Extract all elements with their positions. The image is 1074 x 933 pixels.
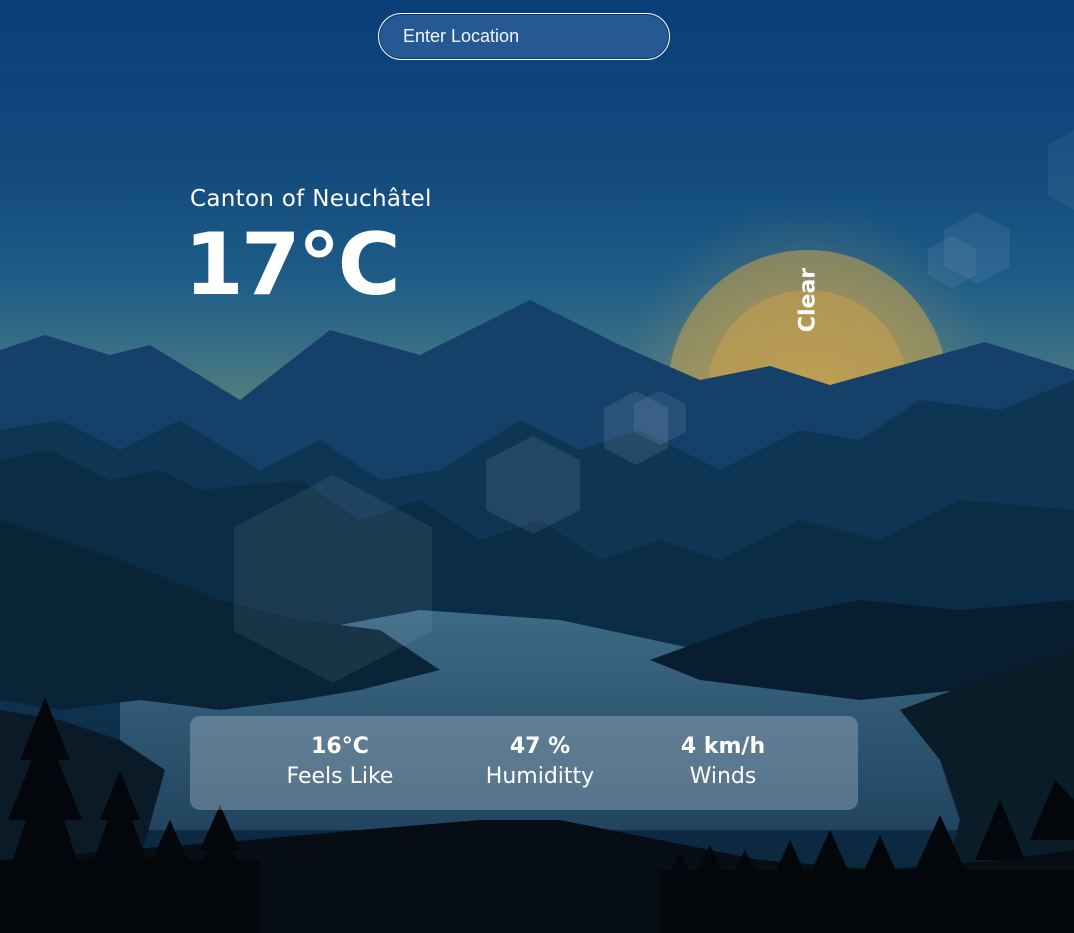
weather-condition: Clear xyxy=(795,267,821,333)
winds-label: Winds xyxy=(689,764,757,789)
winds-value: 4 km/h xyxy=(680,734,766,759)
current-temperature: 17°C xyxy=(184,215,401,315)
humidity-label: Humiditty xyxy=(485,764,595,789)
location-search-box[interactable] xyxy=(378,13,670,60)
feels-like-value: 16°C xyxy=(311,734,369,759)
stat-winds: 4 km/h Winds xyxy=(633,732,813,792)
hexagon xyxy=(1048,130,1074,210)
weather-app: Canton of Neuchâtel 17°C Clear 16°C Feel… xyxy=(0,0,1074,933)
location-search-input[interactable] xyxy=(379,14,669,59)
stat-humidity: 47 % Humiditty xyxy=(450,732,630,792)
location-name: Canton of Neuchâtel xyxy=(190,186,432,212)
stat-feels-like: 16°C Feels Like xyxy=(250,732,430,792)
feels-like-label: Feels Like xyxy=(286,764,394,789)
humidity-value: 47 % xyxy=(509,734,571,759)
weather-stats-panel: 16°C Feels Like 47 % Humiditty 4 km/h Wi… xyxy=(190,716,858,810)
